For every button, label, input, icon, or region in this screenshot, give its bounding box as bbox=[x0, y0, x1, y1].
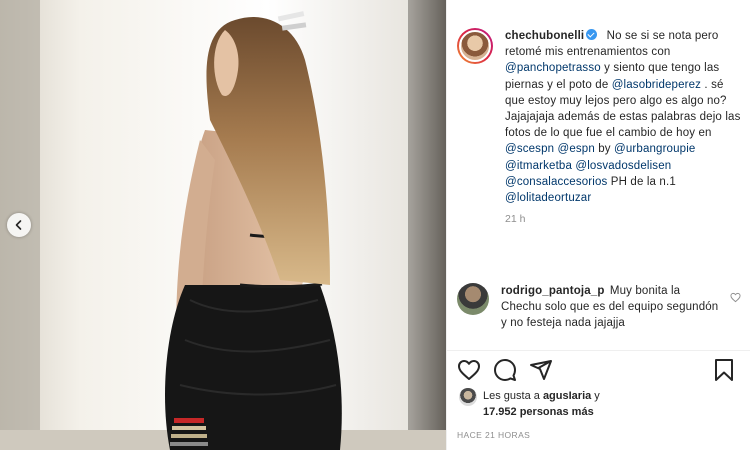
mention-link[interactable]: @urbangroupie bbox=[614, 143, 695, 155]
mention-link[interactable]: @lasobrideperez bbox=[612, 79, 701, 91]
mention-link[interactable]: @espn bbox=[558, 143, 595, 155]
post-caption: chechubonelli No se si se nota pero reto… bbox=[457, 28, 743, 225]
mention-link[interactable]: @scespn bbox=[505, 143, 554, 155]
comment-item: rodrigo_pantoja_p Muy bonita la Chechu s… bbox=[457, 283, 743, 332]
mention-link[interactable]: @consalaccesorios bbox=[505, 176, 607, 188]
author-username[interactable]: chechubonelli bbox=[505, 30, 584, 42]
liker-username[interactable]: agusIaria bbox=[543, 390, 591, 402]
mention-link[interactable]: @itmarketba bbox=[505, 160, 572, 172]
mention-link[interactable]: @losvadosdelisen bbox=[575, 160, 671, 172]
share-icon[interactable] bbox=[529, 358, 553, 382]
heart-icon[interactable] bbox=[457, 358, 481, 382]
author-avatar[interactable] bbox=[457, 28, 493, 64]
commenter-username[interactable]: rodrigo_pantoja_p bbox=[501, 285, 605, 297]
comment-icon[interactable] bbox=[493, 358, 517, 382]
chevron-left-icon bbox=[15, 220, 22, 230]
commenter-avatar[interactable] bbox=[457, 283, 489, 315]
action-bar bbox=[457, 357, 736, 383]
caption-text-segment: by bbox=[594, 143, 615, 156]
caption-text-segment: PH de la n.1 bbox=[607, 175, 676, 188]
mention-link[interactable]: @lolitadeortuzar bbox=[505, 192, 591, 204]
liker-avatar[interactable] bbox=[459, 388, 477, 406]
post-photo bbox=[0, 0, 446, 450]
likes-prefix: Les gusta a bbox=[483, 390, 543, 402]
mention-link[interactable]: @panchopetrasso bbox=[505, 62, 601, 74]
likes-count[interactable]: 17.952 personas más bbox=[483, 404, 600, 420]
divider bbox=[447, 350, 750, 351]
verified-badge-icon bbox=[586, 29, 598, 40]
caption-text: chechubonelli No se si se nota pero reto… bbox=[505, 28, 743, 206]
post-sidebar: chechubonelli No se si se nota pero reto… bbox=[446, 0, 750, 450]
likes-suffix: y bbox=[591, 390, 600, 402]
post-media[interactable] bbox=[0, 0, 446, 450]
likes-summary: Les gusta a agusIaria y 17.952 personas … bbox=[459, 388, 600, 420]
likes-line: Les gusta a agusIaria y bbox=[483, 388, 600, 404]
post-timestamp[interactable]: HACE 21 HORAS bbox=[457, 430, 530, 440]
caption-time[interactable]: 21 h bbox=[505, 213, 743, 225]
comment-like-icon[interactable] bbox=[730, 292, 741, 303]
bookmark-icon[interactable] bbox=[712, 358, 736, 382]
comment-text: rodrigo_pantoja_p Muy bonita la Chechu s… bbox=[501, 283, 743, 332]
previous-photo-button[interactable] bbox=[7, 213, 31, 237]
